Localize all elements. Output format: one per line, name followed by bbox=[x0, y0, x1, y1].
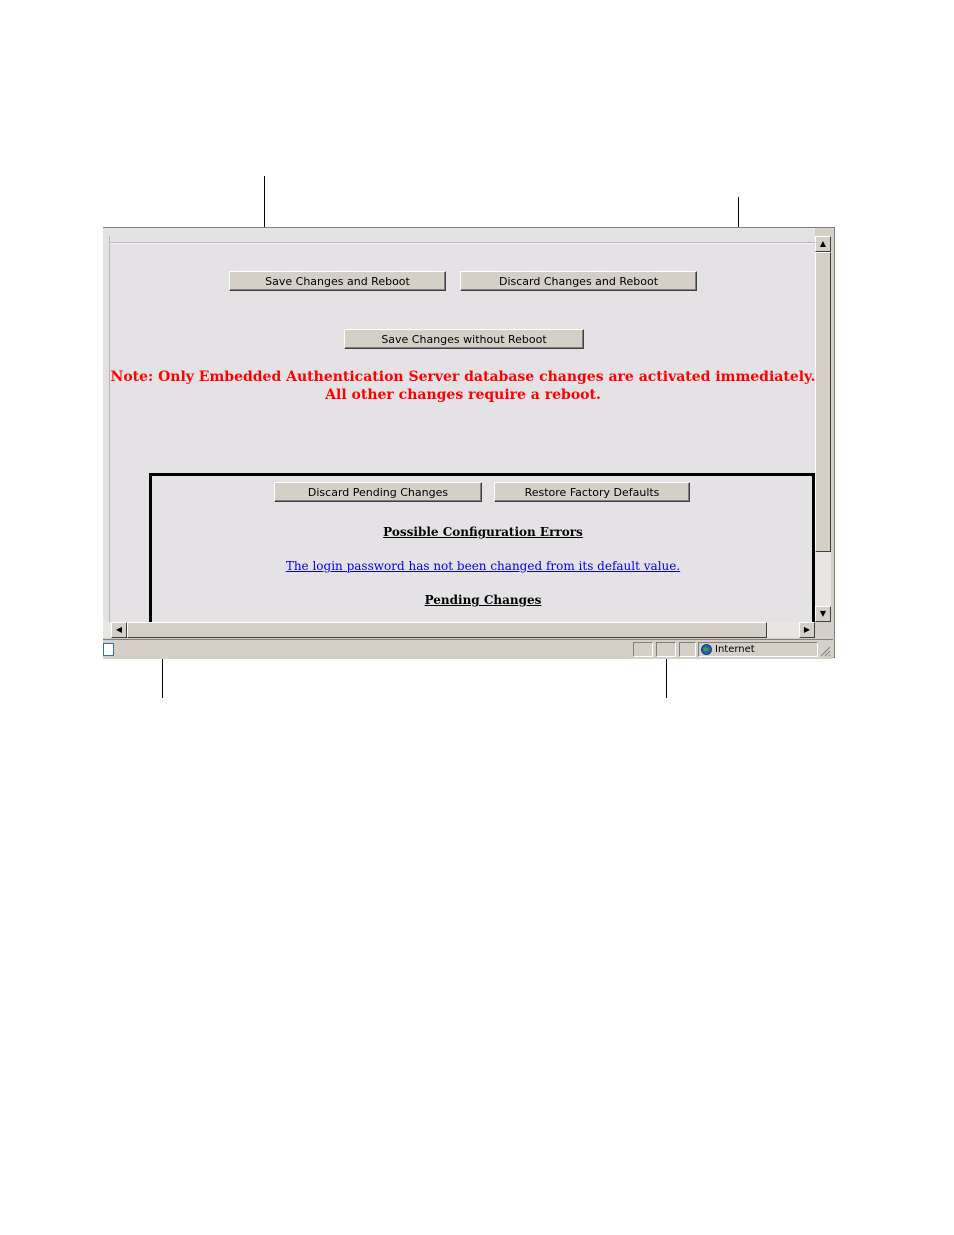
status-cell bbox=[656, 642, 676, 657]
save-changes-without-reboot-button[interactable]: Save Changes without Reboot bbox=[344, 329, 584, 349]
scroll-right-icon[interactable]: ▶ bbox=[799, 622, 815, 638]
config-errors-heading: Possible Configuration Errors bbox=[383, 525, 583, 539]
divider bbox=[111, 242, 815, 244]
horizontal-scrollbar[interactable]: ◀ ▶ bbox=[103, 622, 815, 638]
scrollbar-corner bbox=[815, 622, 831, 638]
pending-changes-heading: Pending Changes bbox=[424, 593, 542, 607]
page-content: Save Changes and Reboot Discard Changes … bbox=[103, 228, 815, 622]
save-changes-and-reboot-button[interactable]: Save Changes and Reboot bbox=[229, 271, 446, 291]
discard-pending-changes-button[interactable]: Discard Pending Changes bbox=[274, 482, 482, 502]
resize-grip-icon[interactable] bbox=[819, 645, 831, 657]
vertical-scroll-thumb[interactable] bbox=[815, 252, 831, 552]
scroll-down-icon[interactable]: ▼ bbox=[815, 606, 831, 622]
note-line-1: Note: Only Embedded Authentication Serve… bbox=[110, 369, 815, 385]
page-icon bbox=[103, 643, 114, 656]
discard-changes-and-reboot-button[interactable]: Discard Changes and Reboot bbox=[460, 271, 697, 291]
note-line-2: All other changes require a reboot. bbox=[325, 387, 601, 403]
vertical-scrollbar[interactable]: ▲ ▼ bbox=[815, 236, 831, 622]
config-error-link[interactable]: The login password has not been changed … bbox=[103, 559, 815, 573]
restore-factory-defaults-button[interactable]: Restore Factory Defaults bbox=[494, 482, 690, 502]
browser-window: Save Changes and Reboot Discard Changes … bbox=[103, 227, 835, 659]
status-cell bbox=[679, 642, 696, 657]
zone-label: Internet bbox=[715, 644, 755, 655]
scroll-left-icon[interactable]: ◀ bbox=[111, 622, 127, 638]
horizontal-scroll-thumb[interactable] bbox=[127, 622, 767, 638]
security-zone: Internet bbox=[698, 642, 818, 657]
globe-icon bbox=[701, 644, 712, 655]
status-bar: Internet bbox=[103, 639, 833, 659]
scroll-up-icon[interactable]: ▲ bbox=[815, 236, 831, 252]
status-cell bbox=[633, 642, 653, 657]
